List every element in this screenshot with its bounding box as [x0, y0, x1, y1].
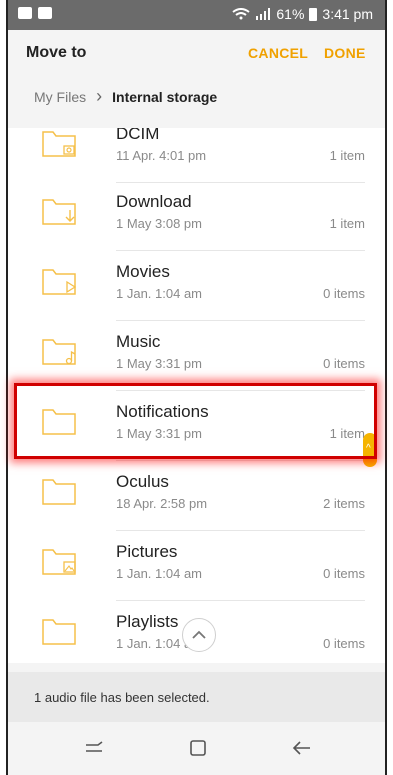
video-folder-icon	[42, 269, 76, 295]
folder-count: 0 items	[323, 286, 365, 301]
battery-percent: 61%	[276, 6, 305, 22]
app-bar: Move to CANCEL DONE	[8, 30, 385, 76]
folder-count: 0 items	[323, 636, 365, 651]
battery-icon	[309, 7, 318, 21]
folder-icon	[42, 619, 76, 645]
selection-footer: 1 audio file has been selected.	[8, 672, 385, 722]
divider	[116, 460, 365, 461]
list-item[interactable]: Movies 1 Jan. 1:04 am 0 items	[8, 256, 385, 326]
divider	[116, 600, 365, 601]
folder-date: 1 May 3:31 pm	[116, 426, 202, 441]
folder-date: 1 May 3:31 pm	[116, 356, 202, 371]
scroll-to-top-button[interactable]	[182, 618, 216, 652]
breadcrumb-root[interactable]: My Files	[34, 89, 86, 105]
folder-count: 2 items	[323, 496, 365, 511]
folder-date: 11 Apr. 4:01 pm	[116, 148, 207, 163]
app-notification-icon	[38, 7, 52, 19]
list-item[interactable]: DCIM 11 Apr. 4:01 pm 1 item	[8, 128, 385, 186]
recent-apps-icon[interactable]	[82, 736, 106, 760]
done-button[interactable]: DONE	[324, 45, 366, 61]
folder-name: Oculus	[116, 472, 169, 491]
page-title: Move to	[26, 44, 87, 61]
phone-screen: 61% 3:41 pm Move to CANCEL DONE My Files…	[6, 0, 387, 775]
camera-folder-icon	[42, 131, 76, 157]
chevron-right-icon: ›	[96, 86, 103, 106]
folder-icon	[42, 479, 76, 505]
status-bar: 61% 3:41 pm	[8, 0, 385, 30]
breadcrumb-current: Internal storage	[112, 88, 218, 105]
folder-list[interactable]: DCIM 11 Apr. 4:01 pm 1 item Download 1 M…	[8, 128, 385, 663]
list-item-notifications[interactable]: Notifications 1 May 3:31 pm 1 item	[8, 396, 385, 466]
folder-name: Music	[116, 332, 161, 351]
back-icon[interactable]	[290, 736, 314, 760]
divider	[116, 182, 365, 183]
folder-name: Playlists	[116, 612, 179, 631]
gallery-notification-icon	[18, 7, 32, 19]
folder-icon	[42, 409, 76, 435]
folder-date: 1 May 3:08 pm	[116, 216, 202, 231]
home-icon[interactable]	[186, 736, 210, 760]
navigation-bar	[8, 722, 385, 775]
list-item[interactable]: Music 1 May 3:31 pm 0 items	[8, 326, 385, 396]
clock: 3:41 pm	[322, 6, 373, 22]
signal-icon	[256, 8, 271, 20]
wifi-icon	[232, 8, 250, 20]
folder-count: 0 items	[323, 356, 365, 371]
selection-message: 1 audio file has been selected.	[34, 690, 210, 705]
fast-scroll-handle[interactable]: ^	[363, 433, 377, 467]
chevron-up-icon	[192, 630, 206, 639]
folder-name: Pictures	[116, 542, 178, 561]
folder-date: 1 Jan. 1:04 am	[116, 566, 202, 581]
folder-name: Movies	[116, 262, 170, 281]
download-folder-icon	[42, 199, 76, 225]
list-item[interactable]: Oculus 18 Apr. 2:58 pm 2 items	[8, 466, 385, 536]
folder-count: 0 items	[323, 566, 365, 581]
image-folder-icon	[42, 549, 76, 575]
divider	[116, 530, 365, 531]
chevron-up-icon: ^	[366, 443, 371, 454]
folder-name: DCIM	[116, 128, 160, 143]
divider	[116, 390, 365, 391]
divider	[116, 250, 365, 251]
folder-count: 1 item	[329, 216, 365, 231]
folder-count: 1 item	[329, 148, 365, 163]
divider	[116, 320, 365, 321]
folder-date: 1 Jan. 1:04 am	[116, 286, 202, 301]
music-folder-icon	[42, 339, 76, 365]
folder-count: 1 item	[329, 426, 365, 441]
cancel-button[interactable]: CANCEL	[248, 45, 308, 61]
folder-name: Download	[116, 192, 192, 211]
list-item[interactable]: Download 1 May 3:08 pm 1 item	[8, 186, 385, 256]
breadcrumb: My Files › Internal storage	[34, 86, 217, 107]
list-item[interactable]: Pictures 1 Jan. 1:04 am 0 items	[8, 536, 385, 606]
folder-date: 18 Apr. 2:58 pm	[116, 496, 208, 511]
folder-name: Notifications	[116, 402, 209, 421]
